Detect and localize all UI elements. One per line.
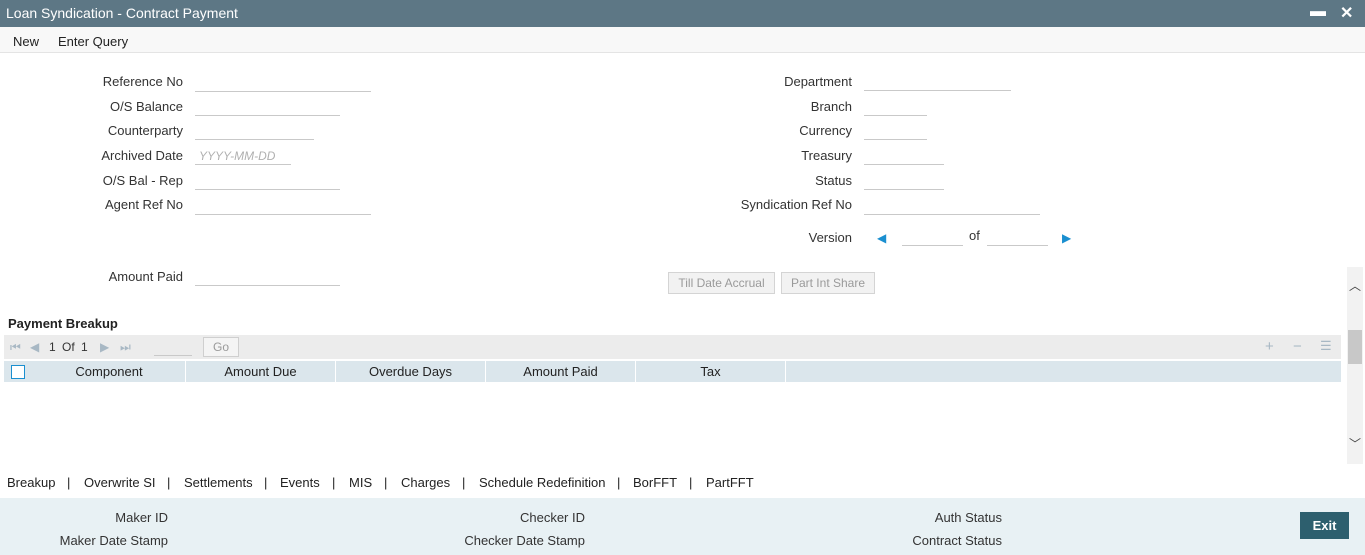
column-header[interactable]: Overdue Days: [336, 361, 486, 382]
scroll-down-icon[interactable]: ﹀: [1349, 435, 1361, 452]
status-label: Status: [815, 173, 852, 188]
tab-breakup[interactable]: Breakup: [7, 475, 55, 490]
checker-id-label: Checker ID: [519, 510, 585, 525]
column-header[interactable]: Amount Paid: [486, 361, 636, 382]
tab-separator: |: [617, 475, 621, 490]
view-list-icon[interactable]: ☰: [1320, 338, 1332, 354]
treasury-field[interactable]: [864, 147, 944, 165]
select-all-checkbox[interactable]: [11, 365, 25, 379]
version-label: Version: [808, 230, 852, 245]
agent-ref-no-field[interactable]: [195, 197, 371, 215]
part-int-share-button[interactable]: Part Int Share: [781, 272, 875, 294]
currency-field[interactable]: [864, 122, 927, 140]
current-page: 1: [49, 340, 56, 354]
currency-label: Currency: [799, 123, 852, 138]
column-header[interactable]: Amount Due: [186, 361, 336, 382]
version-prev-icon[interactable]: ◀: [877, 231, 886, 245]
window-titlebar: Loan Syndication - Contract Payment ▬ ✕: [0, 0, 1365, 27]
exit-button[interactable]: Exit: [1300, 512, 1349, 539]
branch-field[interactable]: [864, 98, 927, 116]
menu-enter-query[interactable]: Enter Query: [58, 34, 128, 49]
minimize-icon[interactable]: ▬: [1310, 3, 1326, 21]
tab-separator: |: [67, 475, 71, 490]
scroll-up-icon[interactable]: ︿: [1349, 277, 1361, 294]
menu-bar: New Enter Query: [0, 27, 1365, 53]
vertical-scrollbar[interactable]: ︿ ﹀: [1347, 267, 1363, 464]
contract-status-label: Contract Status: [912, 533, 1002, 548]
tab-charges[interactable]: Charges: [401, 475, 450, 490]
window-title: Loan Syndication - Contract Payment: [6, 5, 238, 21]
treasury-label: Treasury: [801, 148, 852, 163]
tab-overwrite-si[interactable]: Overwrite SI: [84, 475, 156, 490]
add-row-icon[interactable]: +: [1265, 338, 1274, 355]
counterparty-label: Counterparty: [107, 123, 183, 138]
amount-paid-label: Amount Paid: [108, 269, 183, 284]
next-page-icon[interactable]: ▶: [100, 340, 109, 354]
archived-date-label: Archived Date: [101, 148, 183, 163]
department-field[interactable]: [864, 73, 1011, 91]
reference-no-field[interactable]: [195, 74, 371, 92]
checker-date-stamp-label: Checker Date Stamp: [464, 533, 585, 548]
close-icon[interactable]: ✕: [1340, 3, 1353, 23]
payment-breakup-title: Payment Breakup: [8, 316, 118, 331]
tab-separator: |: [264, 475, 268, 490]
tab-schedule-redefinition[interactable]: Schedule Redefinition: [479, 475, 605, 490]
reference-no-label: Reference No: [102, 74, 183, 89]
menu-new[interactable]: New: [13, 34, 39, 49]
archived-date-field[interactable]: [195, 147, 291, 165]
os-balance-field[interactable]: [195, 98, 340, 116]
os-bal-rep-label: O/S Bal - Rep: [102, 173, 183, 188]
column-header[interactable]: Tax: [636, 361, 786, 382]
version-total-field: [987, 228, 1048, 246]
tab-separator: |: [332, 475, 336, 490]
tab-borfft[interactable]: BorFFT: [633, 475, 677, 490]
prev-page-icon[interactable]: ◀: [30, 340, 39, 354]
maker-id-label: Maker ID: [115, 510, 168, 525]
tab-mis[interactable]: MIS: [349, 475, 372, 490]
payment-breakup-pager: ⏮ ◀ 1 Of 1 ▶ ⏭ Go + − ☰: [4, 335, 1341, 359]
maker-date-stamp-label: Maker Date Stamp: [59, 533, 168, 548]
status-field[interactable]: [864, 172, 944, 190]
subscreen-tabs: Breakup | Overwrite SI | Settlements | E…: [0, 466, 1365, 498]
version-next-icon[interactable]: ▶: [1062, 231, 1071, 245]
counterparty-field[interactable]: [195, 122, 314, 140]
till-date-accrual-button[interactable]: Till Date Accrual: [668, 272, 775, 294]
amount-paid-field[interactable]: [195, 268, 340, 286]
tab-separator: |: [462, 475, 466, 490]
tab-separator: |: [167, 475, 171, 490]
agent-ref-no-label: Agent Ref No: [104, 197, 183, 212]
syndication-ref-no-field[interactable]: [864, 197, 1040, 215]
version-of-label: of: [969, 228, 980, 243]
go-button[interactable]: Go: [203, 337, 239, 357]
tab-separator: |: [689, 475, 693, 490]
tab-settlements[interactable]: Settlements: [184, 475, 253, 490]
tab-events[interactable]: Events: [280, 475, 320, 490]
tab-partfft[interactable]: PartFFT: [706, 475, 754, 490]
total-pages: 1: [81, 340, 88, 354]
auth-status-label: Auth Status: [934, 510, 1002, 525]
page-number-input[interactable]: [154, 338, 192, 356]
os-balance-label: O/S Balance: [110, 99, 183, 114]
branch-label: Branch: [810, 99, 852, 114]
syndication-ref-no-label: Syndication Ref No: [740, 197, 852, 212]
os-bal-rep-field[interactable]: [195, 172, 340, 190]
scrollbar-thumb[interactable]: [1348, 330, 1362, 364]
first-page-icon[interactable]: ⏮: [10, 340, 21, 355]
page-of-label: Of: [62, 340, 75, 354]
delete-row-icon[interactable]: −: [1293, 338, 1302, 355]
department-label: Department: [784, 74, 852, 89]
tab-separator: |: [384, 475, 388, 490]
payment-breakup-grid-header: Component Amount Due Overdue Days Amount…: [4, 361, 1341, 382]
last-page-icon[interactable]: ⏭: [120, 340, 131, 355]
audit-footer: Maker ID Maker Date Stamp Checker ID Che…: [0, 498, 1365, 555]
column-header[interactable]: Component: [33, 361, 186, 382]
version-field[interactable]: [902, 228, 963, 246]
